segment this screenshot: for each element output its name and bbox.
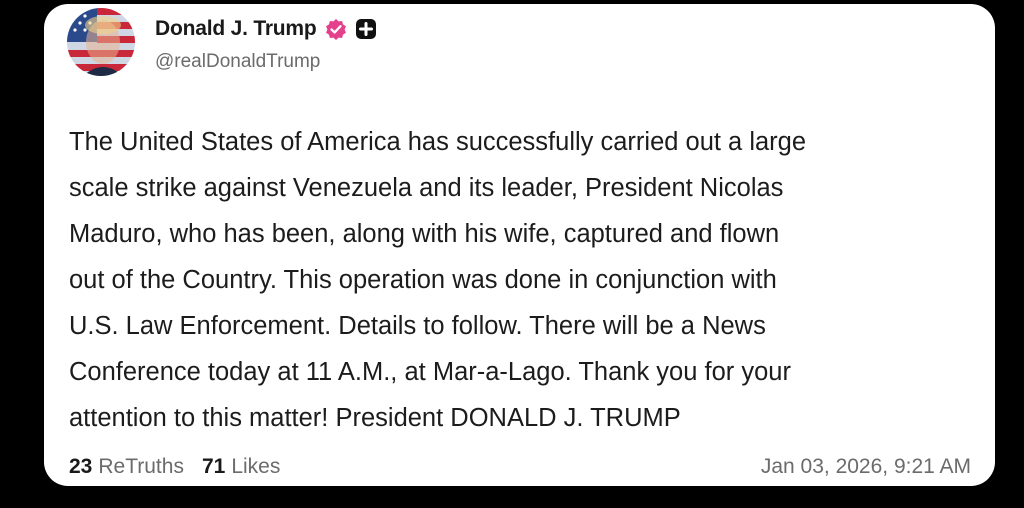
author-name-row: Donald J. Trump — [155, 15, 377, 43]
likes-count: 71 — [201, 455, 226, 478]
author-display-name[interactable]: Donald J. Trump — [155, 17, 317, 41]
post-timestamp[interactable]: Jan 03, 2026, 9:21 AM — [761, 455, 971, 479]
post-stats: 23 ReTruths 71 Likes — [69, 455, 280, 479]
retruths-stat[interactable]: 23 ReTruths — [69, 455, 184, 479]
verified-badge-icon — [325, 18, 347, 40]
author-handle[interactable]: @realDonaldTrump — [155, 51, 320, 73]
post-footer: 23 ReTruths 71 Likes Jan 03, 2026, 9:21 … — [69, 453, 971, 481]
likes-stat[interactable]: 71 Likes — [202, 455, 280, 479]
post-card: Donald J. Trump @realDonaldTrump The Uni… — [44, 4, 995, 486]
retruths-count: 23 — [69, 455, 93, 478]
post-body-text: The United States of America has success… — [69, 128, 807, 432]
likes-label: Likes — [231, 455, 281, 478]
avatar-image — [67, 8, 135, 76]
retruths-label: ReTruths — [98, 455, 184, 478]
affiliate-badge-icon — [355, 18, 377, 40]
avatar[interactable] — [67, 8, 135, 76]
